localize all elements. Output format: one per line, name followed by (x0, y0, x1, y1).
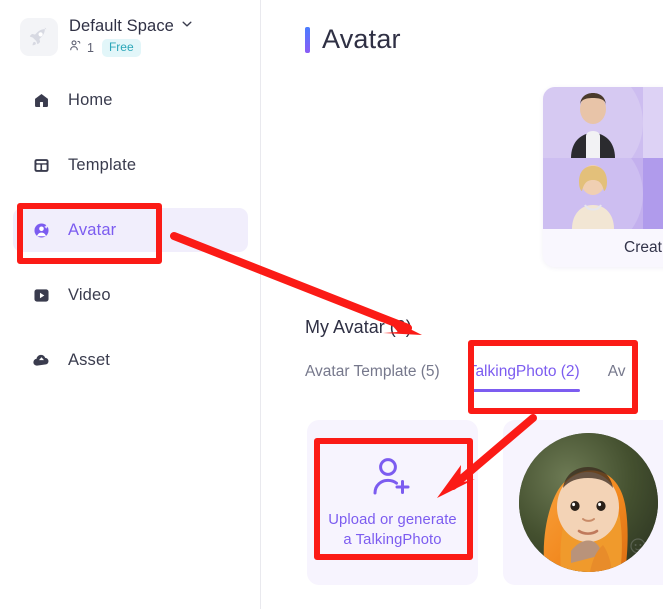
avatar-preview-cell (643, 158, 663, 229)
sidebar-item-video[interactable]: Video (13, 273, 248, 317)
upload-card-label-line1: Upload or generate (328, 511, 457, 528)
chevron-down-icon[interactable] (180, 17, 194, 36)
sidebar: Default Space 1 Free Home Template Avata… (0, 0, 261, 609)
avatar-preview-cell (643, 87, 663, 158)
sidebar-item-label: Template (68, 155, 137, 174)
create-avatar-label: Creat (543, 229, 663, 267)
talkingphoto-thumbnail (519, 433, 658, 572)
rocket-icon (20, 18, 58, 56)
main-content: Avatar Creat My Avatar (9) Avatar Templa… (261, 0, 663, 609)
sidebar-item-label: Avatar (68, 220, 117, 239)
user-plus-icon (369, 455, 415, 502)
avatar-preview-cell (543, 87, 643, 158)
sidebar-item-avatar[interactable]: Avatar (13, 208, 248, 252)
sidebar-item-label: Video (68, 285, 111, 304)
sidebar-item-label: Home (68, 90, 113, 109)
avatar-tabs: Avatar Template (5) TalkingPhoto (2) Av (305, 363, 626, 392)
member-count: 1 (87, 41, 94, 55)
avatar-icon (32, 221, 54, 240)
title-accent-bar (305, 26, 310, 53)
avatar-preview-cell (543, 158, 643, 229)
template-icon (32, 156, 54, 175)
tab-talkingphoto[interactable]: TalkingPhoto (2) (467, 363, 580, 392)
asset-icon (32, 351, 54, 370)
tab-avatar-template[interactable]: Avatar Template (5) (305, 363, 440, 392)
sidebar-item-home[interactable]: Home (13, 78, 248, 122)
section-heading: My Avatar (9) (305, 317, 412, 337)
plan-badge: Free (101, 39, 141, 57)
page-title-text: Avatar (322, 24, 401, 54)
avatar-card-row: Upload or generate a TalkingPhoto (307, 420, 663, 585)
workspace-name: Default Space (69, 17, 174, 35)
sidebar-nav: Home Template Avatar Video Asset (0, 78, 261, 382)
video-icon (32, 286, 54, 305)
members-icon (69, 39, 82, 57)
upload-card-label: Upload or generate a TalkingPhoto (328, 511, 456, 551)
watermark-icon (628, 537, 654, 566)
sidebar-item-asset[interactable]: Asset (13, 338, 248, 382)
workspace-switcher[interactable]: Default Space 1 Free (0, 14, 261, 60)
tab-avatar-other[interactable]: Av (608, 363, 626, 392)
app-root: Default Space 1 Free Home Template Avata… (0, 0, 663, 609)
talkingphoto-card[interactable] (503, 420, 663, 585)
upload-card-label-line2: a TalkingPhoto (343, 531, 442, 548)
sidebar-item-label: Asset (68, 350, 111, 369)
create-avatar-card[interactable]: Creat (543, 87, 663, 267)
sidebar-item-template[interactable]: Template (13, 143, 248, 187)
upload-talkingphoto-card[interactable]: Upload or generate a TalkingPhoto (307, 420, 478, 585)
page-title: Avatar (305, 24, 401, 55)
home-icon (32, 91, 54, 110)
avatar-preview-grid (543, 87, 663, 229)
